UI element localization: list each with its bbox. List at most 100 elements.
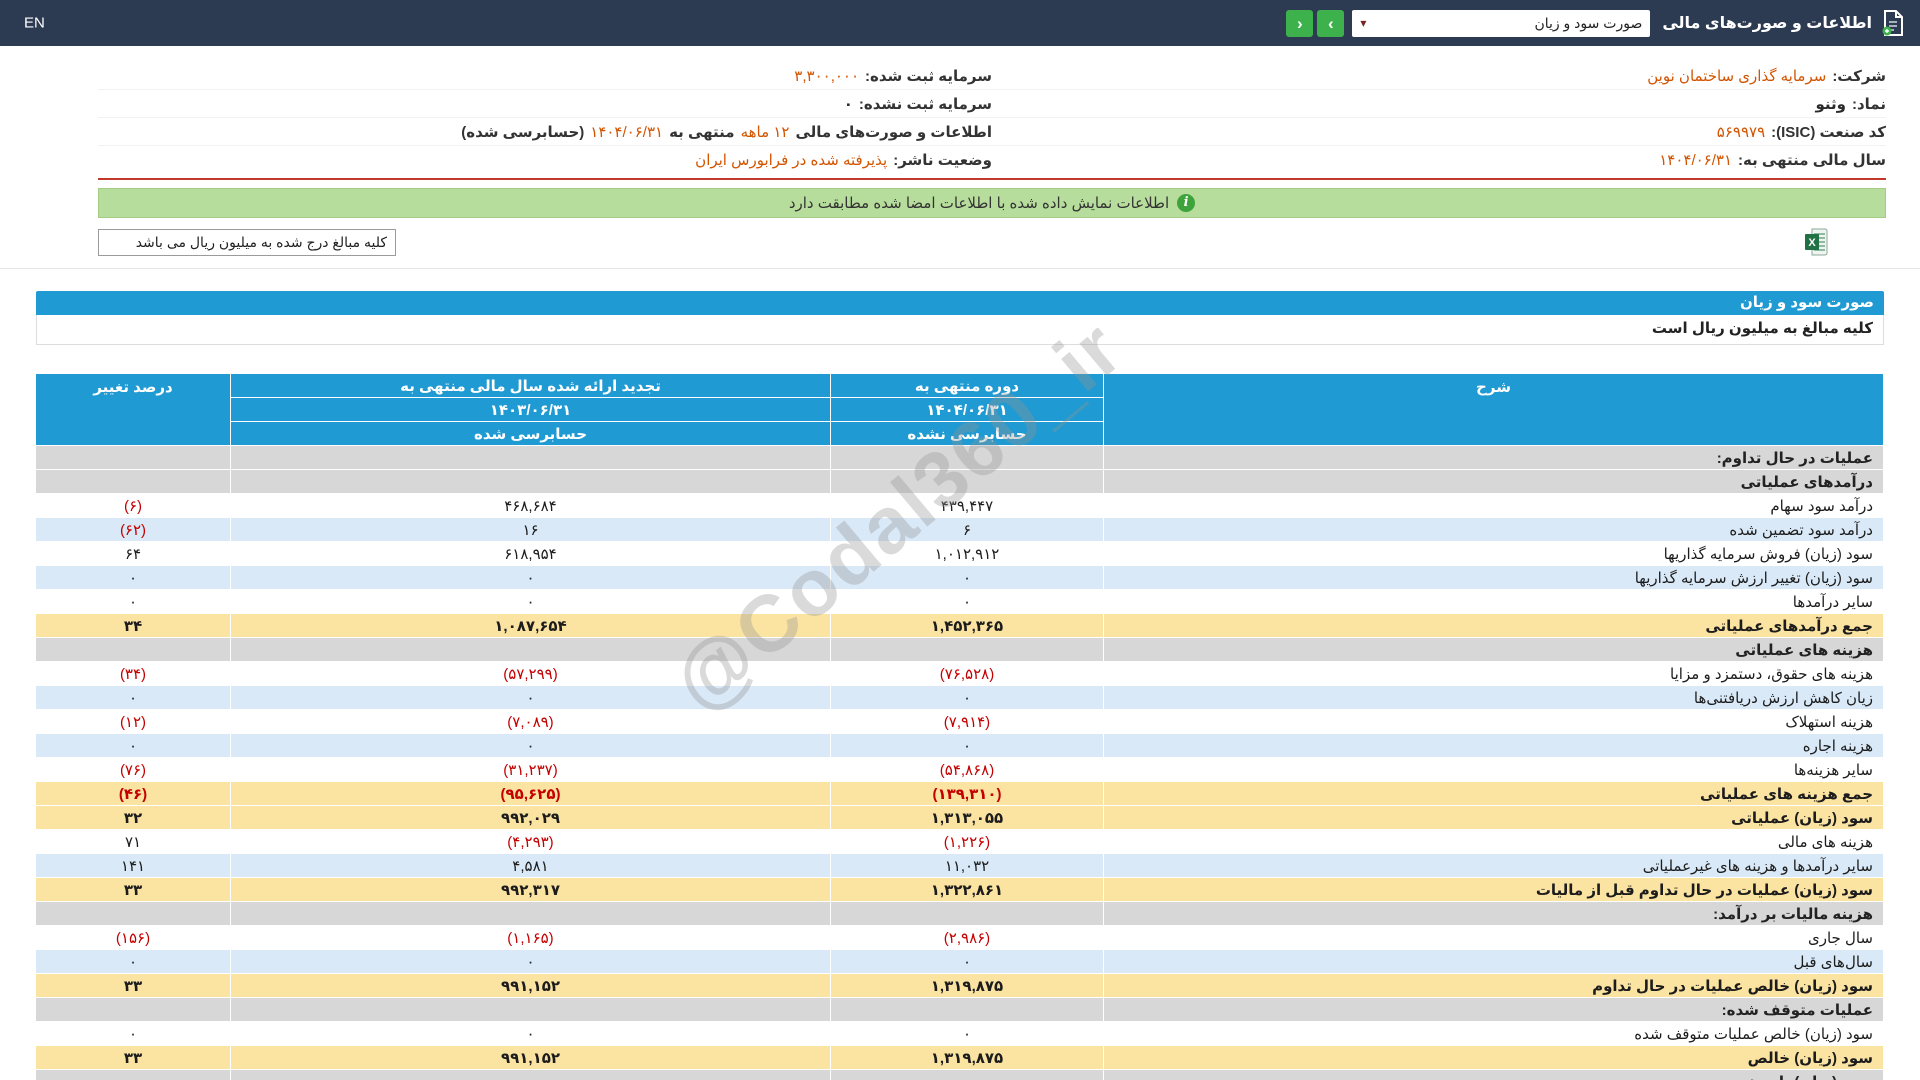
statement-table: شرح دوره منتهی به تجدید ارائه شده سال ما… (35, 373, 1884, 1080)
row-value: (۹۵,۶۲۵) (231, 782, 831, 806)
col-header-change-label: درصد تغییر (93, 379, 172, 396)
row-value: ۰ (36, 1022, 231, 1046)
statement-table-body: عملیات در حال تداوم:درآمدهای عملیاتیدرآم… (36, 446, 1884, 1080)
info-value[interactable]: سرمایه گذاری ساختمان نوین (1647, 67, 1826, 85)
row-value: (۱۳۹,۳۱۰) (831, 782, 1104, 806)
row-label: سود (زیان) تغییر ارزش سرمایه گذاریها (1104, 566, 1884, 590)
statement-select-value: صورت سود و زیان (1534, 15, 1642, 32)
statement-data-row: سود (زیان) عملیات در حال تداوم قبل از ما… (36, 878, 1884, 902)
row-value: ۰ (36, 950, 231, 974)
row-label: عملیات متوقف شده: (1104, 998, 1884, 1022)
statement-title-bar: صورت سود و زیان (36, 291, 1884, 315)
company-info-cell: سال مالی منتهی به:۱۴۰۴/۰۶/۳۱ (992, 151, 1886, 169)
row-value (831, 470, 1104, 494)
row-value: ۰ (831, 1022, 1104, 1046)
row-value: ۱,۳۱۹,۸۷۵ (831, 974, 1104, 998)
col-header-restated-audit: حسابرسی شده (231, 422, 831, 446)
row-value (231, 446, 831, 470)
signed-banner-text: اطلاعات نمایش داده شده با اطلاعات امضا ش… (789, 194, 1169, 212)
info-value: ۱۲ ماهه (741, 123, 790, 141)
language-toggle[interactable]: EN (24, 15, 45, 32)
row-value: ۳۳ (36, 974, 231, 998)
row-label: سود (زیان) خالص عملیات در حال تداوم (1104, 974, 1884, 998)
col-header-current-audit: حسابرسی نشده (831, 422, 1104, 446)
row-label: جمع درآمدهای عملیاتی (1104, 614, 1884, 638)
row-label: هزینه اجاره (1104, 734, 1884, 758)
prev-period-button[interactable]: ‹ (1317, 10, 1344, 37)
info-label: (حسابرسی شده) (461, 123, 584, 141)
row-label: هزینه مالیات بر درآمد: (1104, 902, 1884, 926)
row-label: سود (زیان) خالص عملیات متوقف شده (1104, 1022, 1884, 1046)
page-divider (0, 268, 1920, 269)
row-value: (۳۱,۲۳۷) (231, 758, 831, 782)
col-header-restated-audit-label: حسابرسی شده (474, 426, 587, 443)
info-label: شرکت: (1832, 67, 1886, 85)
row-value (831, 638, 1104, 662)
col-header-restated-date: ۱۴۰۳/۰۶/۳۱ (231, 398, 831, 422)
amounts-note-box: کلیه مبالغ درج شده به میلیون ریال می باش… (98, 229, 396, 256)
statement-data-row: سود (زیان) خالص عملیات متوقف شده۰۰۰ (36, 1022, 1884, 1046)
col-header-restated-title: تجدید ارائه شده سال مالی منتهی به (231, 374, 831, 398)
row-value: ۰ (231, 566, 831, 590)
row-label: سایر هزینه‌ها (1104, 758, 1884, 782)
statement-data-row: سال‌های قبل۰۰۰ (36, 950, 1884, 974)
statement-data-row: سال جاری(۲,۹۸۶)(۱,۱۶۵)(۱۵۶) (36, 926, 1884, 950)
statement-data-row: سایر درآمدها و هزینه های غیرعملیاتی۱۱,۰۳… (36, 854, 1884, 878)
row-value: ۰ (231, 686, 831, 710)
statement-data-row: درآمد سود سهام۴۳۹,۴۴۷۴۶۸,۶۸۴(۶) (36, 494, 1884, 518)
excel-export-icon[interactable]: X (1804, 228, 1830, 256)
info-value: ۵۶۹۹۷۹ (1717, 123, 1765, 141)
row-value (231, 902, 831, 926)
statement-data-row: سایر هزینه‌ها(۵۴,۸۶۸)(۳۱,۲۳۷)(۷۶) (36, 758, 1884, 782)
info-label: وضعیت ناشر: (893, 151, 992, 169)
row-value: ۴۳۹,۴۴۷ (831, 494, 1104, 518)
row-value: ۰ (831, 566, 1104, 590)
row-label: سود (زیان) خالص (1104, 1046, 1884, 1070)
company-info-cell: اطلاعات و صورت‌های مالی۱۲ ماههمنتهی به۱۴… (98, 123, 992, 141)
col-header-description-label: شرح (1476, 379, 1511, 396)
statement-data-row: سود (زیان) فروش سرمایه گذاریها۱,۰۱۲,۹۱۲۶… (36, 542, 1884, 566)
statement-section-row: عملیات متوقف شده: (36, 998, 1884, 1022)
signed-info-banner: i اطلاعات نمایش داده شده با اطلاعات امضا… (98, 188, 1886, 218)
info-label: کد صنعت (ISIC): (1771, 123, 1886, 141)
row-label: سود (زیان) عملیات در حال تداوم قبل از ما… (1104, 878, 1884, 902)
row-value (231, 470, 831, 494)
topbar: اطلاعات و صورت‌های مالی صورت سود و زیان … (0, 0, 1920, 46)
statement-select[interactable]: صورت سود و زیان ▾ (1352, 10, 1650, 37)
row-value: ۰ (231, 590, 831, 614)
row-value: ۰ (231, 950, 831, 974)
row-label: زیان کاهش ارزش دریافتنی‌ها (1104, 686, 1884, 710)
row-value: (۱۲) (36, 710, 231, 734)
topbar-title: اطلاعات و صورت‌های مالی (1662, 13, 1872, 33)
row-value: ۱,۰۸۷,۶۵۴ (231, 614, 831, 638)
col-header-current-date: ۱۴۰۴/۰۶/۳۱ (831, 398, 1104, 422)
statement-section-row: هزینه های عملیاتی (36, 638, 1884, 662)
row-value: (۴۶) (36, 782, 231, 806)
row-value (831, 998, 1104, 1022)
row-value (36, 638, 231, 662)
row-value (36, 470, 231, 494)
info-label: منتهی به (669, 123, 735, 141)
col-header-current-title-label: دوره منتهی به (915, 378, 1019, 395)
col-header-change: درصد تغییر (36, 374, 231, 446)
row-value: (۱۵۶) (36, 926, 231, 950)
company-info-cell: کد صنعت (ISIC): ۵۶۹۹۷۹ (992, 123, 1886, 141)
row-label: سود (زیان) عملیاتی (1104, 806, 1884, 830)
statement-section-row: عملیات در حال تداوم: (36, 446, 1884, 470)
row-value: ۹۹۲,۰۲۹ (231, 806, 831, 830)
company-info-cell: سرمایه ثبت نشده:۰ (98, 95, 992, 113)
row-value: (۳۴) (36, 662, 231, 686)
row-label: سود (زیان) فروش سرمایه گذاریها (1104, 542, 1884, 566)
info-icon: i (1177, 194, 1195, 212)
tools-row: X کلیه مبالغ درج شده به میلیون ریال می ب… (98, 228, 1886, 256)
row-value (831, 902, 1104, 926)
next-period-button[interactable]: › (1286, 10, 1313, 37)
row-value: ۰ (831, 590, 1104, 614)
statement-section-row: هزینه مالیات بر درآمد: (36, 902, 1884, 926)
row-label: هزینه های عملیاتی (1104, 638, 1884, 662)
row-label: هزینه های مالی (1104, 830, 1884, 854)
row-value: ۱۴۱ (36, 854, 231, 878)
row-value: ۹۹۱,۱۵۲ (231, 974, 831, 998)
row-value: (۴,۲۹۳) (231, 830, 831, 854)
info-value: ۰ (844, 95, 853, 113)
